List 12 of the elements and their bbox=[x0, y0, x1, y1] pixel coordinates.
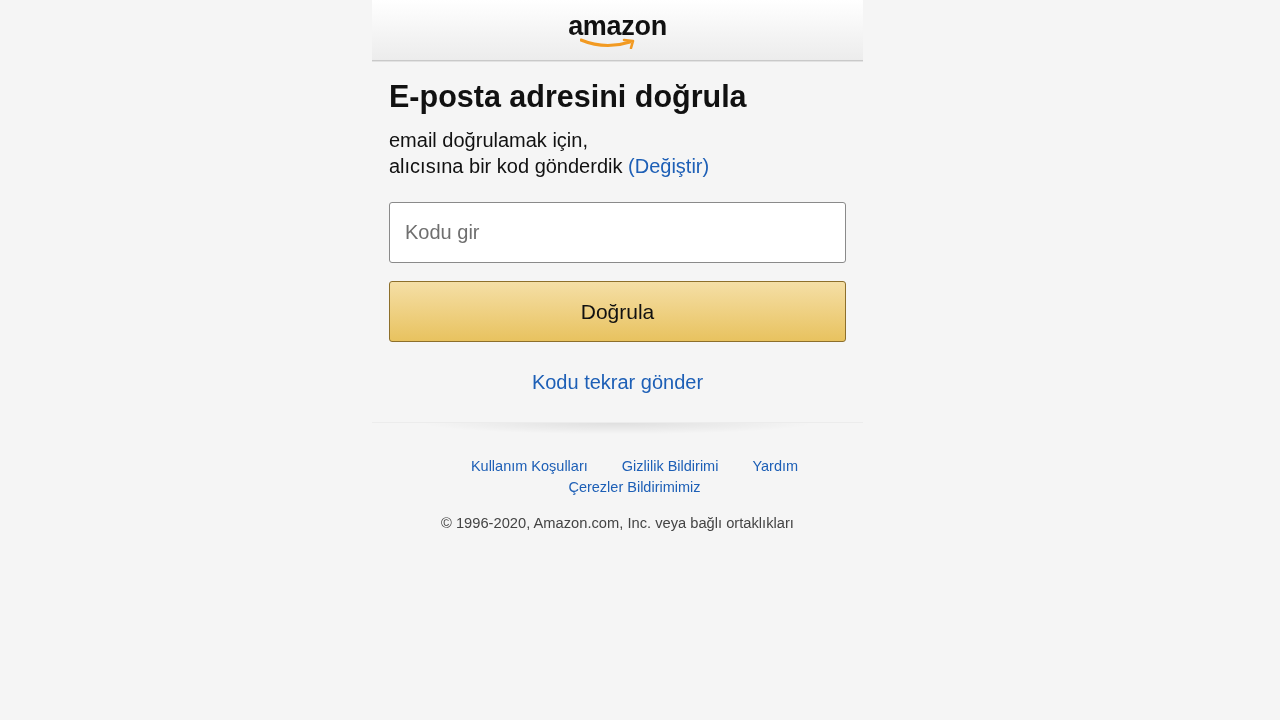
verify-button[interactable]: Doğrula bbox=[389, 281, 846, 342]
logo-wordmark: amazon bbox=[568, 14, 667, 38]
footer-link[interactable]: Gizlilik Bildirimi bbox=[621, 457, 719, 476]
footer-link[interactable]: Yardım bbox=[752, 457, 799, 476]
page-title: E-posta adresini doğrula bbox=[389, 79, 748, 113]
code-input-field[interactable]: Kodu gir bbox=[389, 202, 846, 263]
resend-code-link[interactable]: Kodu tekrar gönder bbox=[531, 370, 704, 394]
footer-link[interactable]: Kullanım Koşulları bbox=[470, 457, 588, 476]
copyright-text: © 1996-2020, Amazon.com, Inc. veya bağlı ortaklıkları bbox=[441, 514, 794, 532]
change-link[interactable]: (Değiştir) bbox=[628, 155, 710, 177]
instruction-text: email doğrulamak için, alıcısına bir kod gönderdik (Değiştir) bbox=[389, 128, 711, 179]
footer-link[interactable]: Çerezler Bildirimimiz bbox=[568, 478, 701, 497]
